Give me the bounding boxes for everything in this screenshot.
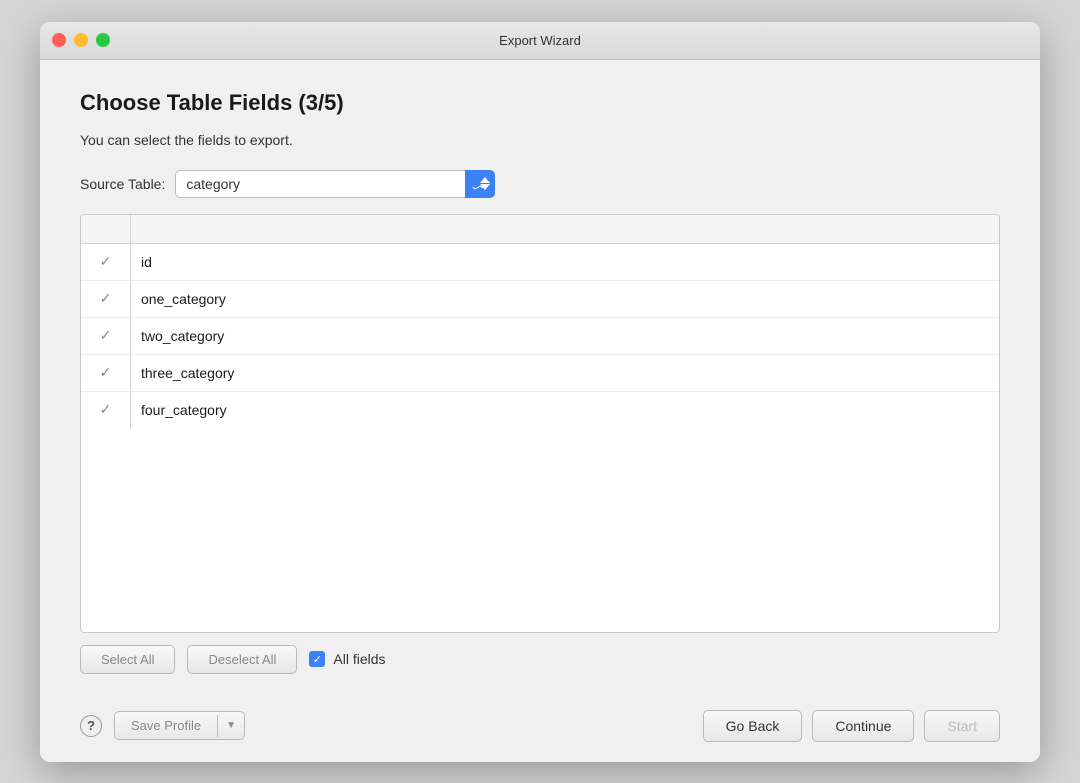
page-description: You can select the fields to export. — [80, 132, 1000, 148]
save-profile-button[interactable]: Save Profile — [115, 712, 217, 739]
table-row[interactable]: ✓ id — [81, 244, 999, 281]
all-fields-checkbox[interactable] — [309, 651, 325, 667]
help-button[interactable]: ? — [80, 715, 102, 737]
minimize-button[interactable] — [74, 33, 88, 47]
row-checkbox[interactable]: ✓ — [81, 392, 131, 428]
checkmark-icon: ✓ — [100, 253, 112, 270]
all-fields-label: All fields — [333, 651, 385, 667]
header-checkbox-col — [81, 215, 131, 243]
table-header — [81, 215, 999, 244]
table-row[interactable]: ✓ two_category — [81, 318, 999, 355]
field-name: one_category — [131, 291, 999, 307]
footer-right: Go Back Continue Start — [703, 710, 1000, 742]
main-content: Choose Table Fields (3/5) You can select… — [40, 60, 1040, 698]
table-body: ✓ id ✓ one_category ✓ two_category — [81, 244, 999, 632]
titlebar: Export Wizard — [40, 22, 1040, 60]
field-name: id — [131, 254, 999, 270]
row-checkbox[interactable]: ✓ — [81, 355, 131, 391]
source-table-select[interactable]: category — [175, 170, 495, 198]
start-button[interactable]: Start — [924, 710, 1000, 742]
table-row[interactable]: ✓ four_category — [81, 392, 999, 428]
window-title: Export Wizard — [499, 33, 581, 48]
field-name: four_category — [131, 402, 999, 418]
select-all-button[interactable]: Select All — [80, 645, 175, 674]
fields-table: ✓ id ✓ one_category ✓ two_category — [80, 214, 1000, 633]
maximize-button[interactable] — [96, 33, 110, 47]
source-table-select-wrapper: category — [175, 170, 495, 198]
checkmark-icon: ✓ — [100, 327, 112, 344]
field-name: two_category — [131, 328, 999, 344]
all-fields-group: All fields — [309, 651, 385, 667]
window-controls — [52, 33, 110, 47]
table-row[interactable]: ✓ one_category — [81, 281, 999, 318]
page-title: Choose Table Fields (3/5) — [80, 90, 1000, 116]
save-profile-dropdown-button[interactable]: ▼ — [218, 714, 244, 737]
source-table-label: Source Table: — [80, 176, 165, 192]
table-row[interactable]: ✓ three_category — [81, 355, 999, 392]
save-profile-group: Save Profile ▼ — [114, 711, 245, 740]
close-button[interactable] — [52, 33, 66, 47]
row-checkbox[interactable]: ✓ — [81, 281, 131, 317]
bottom-controls: Select All Deselect All All fields — [80, 633, 1000, 678]
source-table-row: Source Table: category — [80, 170, 1000, 198]
checkmark-icon: ✓ — [100, 401, 112, 418]
field-name: three_category — [131, 365, 999, 381]
checkmark-icon: ✓ — [100, 290, 112, 307]
continue-button[interactable]: Continue — [812, 710, 914, 742]
row-checkbox[interactable]: ✓ — [81, 318, 131, 354]
header-field-col — [131, 215, 999, 243]
go-back-button[interactable]: Go Back — [703, 710, 803, 742]
footer: ? Save Profile ▼ Go Back Continue Start — [40, 698, 1040, 762]
checkmark-icon: ✓ — [100, 364, 112, 381]
row-checkbox[interactable]: ✓ — [81, 244, 131, 280]
export-wizard-window: Export Wizard Choose Table Fields (3/5) … — [40, 22, 1040, 762]
deselect-all-button[interactable]: Deselect All — [187, 645, 297, 674]
